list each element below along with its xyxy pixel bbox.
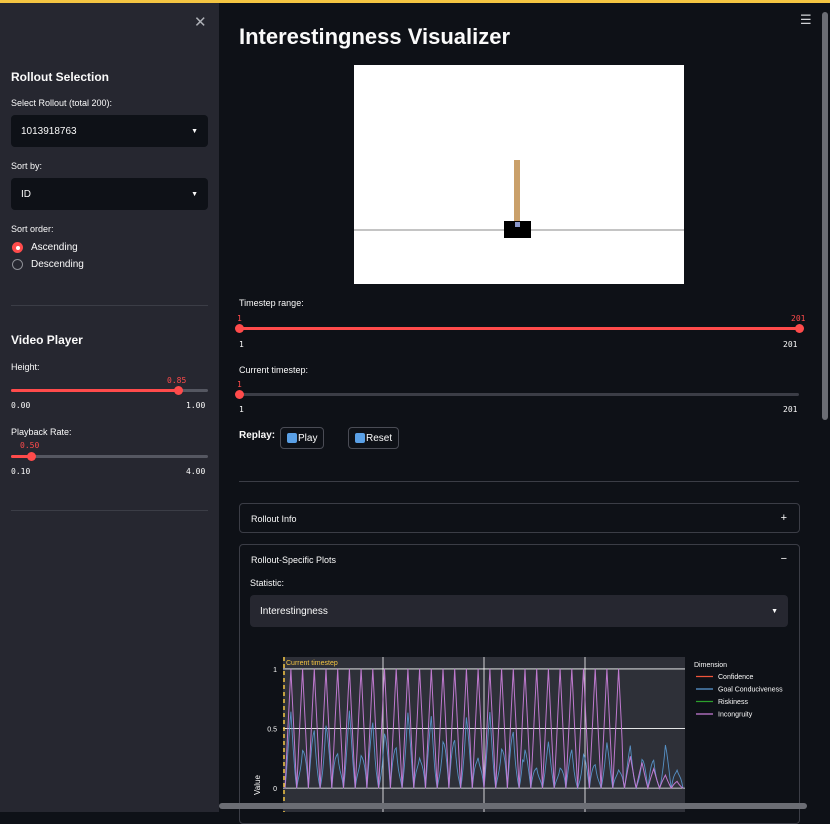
- minus-icon[interactable]: −: [781, 553, 787, 565]
- timestep-range-track[interactable]: [239, 327, 799, 330]
- current-timestep-min: 1: [239, 405, 244, 414]
- timestep-range-label: Timestep range:: [239, 298, 304, 308]
- interestingness-chart-svg: 1 0.5 0 Value Current timestep Dimension Confi…: [253, 657, 783, 812]
- legend-item: Confidence: [718, 674, 754, 681]
- close-icon[interactable]: ✕: [194, 13, 207, 31]
- interestingness-chart: 1 0.5 0 Value Current timestep Dimension Confi…: [250, 640, 800, 812]
- plus-icon[interactable]: +: [781, 512, 787, 524]
- current-timestep-track[interactable]: [239, 393, 799, 396]
- sort-order-label: Sort order:: [11, 224, 54, 234]
- height-slider-fill: [11, 389, 179, 392]
- legend-item: Incongruity: [718, 712, 753, 719]
- radio-selected-icon: [12, 242, 23, 253]
- cartpole-video: [354, 65, 684, 284]
- legend-item: Goal Conduciveness: [718, 687, 783, 694]
- sidebar: ✕ Rollout Selection Select Rollout (tota…: [0, 3, 219, 812]
- sidebar-divider: [11, 305, 208, 306]
- playback-max: 4.00: [186, 467, 206, 476]
- current-timestep-annotation: Current timestep: [286, 660, 338, 667]
- pole: [514, 160, 520, 226]
- axle: [515, 222, 520, 227]
- reset-button-label: Reset: [366, 432, 393, 444]
- radio-label: Ascending: [31, 242, 78, 253]
- rollout-select[interactable]: 1013918763 ▼: [11, 115, 208, 147]
- play-icon: [287, 433, 297, 443]
- sidebar-divider: [11, 510, 208, 511]
- page-title: Interestingness Visualizer: [239, 24, 511, 49]
- current-timestep-handle[interactable]: [235, 390, 244, 399]
- rollout-info-expander[interactable]: Rollout Info +: [239, 503, 800, 533]
- sort-order-descending[interactable]: Descending: [12, 259, 84, 270]
- chevron-down-icon: ▼: [191, 127, 198, 135]
- statistic-select-value: Interestingness: [260, 605, 328, 617]
- timestep-range-max: 201: [783, 340, 798, 349]
- sort-by-value: ID: [21, 188, 31, 200]
- height-slider-handle[interactable]: [173, 386, 183, 395]
- playback-min: 0.10: [11, 467, 31, 476]
- main-divider: [239, 481, 799, 482]
- reset-button[interactable]: Reset: [348, 427, 400, 449]
- height-label: Height:: [11, 362, 40, 372]
- timestep-range-low: 1: [237, 314, 242, 323]
- y-tick-label: 0.5: [267, 727, 277, 734]
- legend-title: Dimension: [694, 662, 727, 669]
- playback-slider-handle[interactable]: [26, 452, 36, 461]
- current-timestep-value: 1: [237, 380, 242, 389]
- sort-by-select[interactable]: ID ▼: [11, 178, 208, 210]
- video-player-heading: Video Player: [11, 333, 83, 347]
- chevron-down-icon: ▼: [771, 607, 778, 615]
- timestep-range-high: 201: [791, 314, 806, 323]
- y-tick-label: 1: [273, 667, 277, 674]
- playback-slider-track[interactable]: [11, 455, 208, 458]
- playback-rate-value: 0.50: [20, 441, 40, 450]
- statistic-select[interactable]: Interestingness ▼: [250, 595, 788, 627]
- vertical-scrollbar[interactable]: [822, 12, 828, 420]
- radio-unselected-icon: [12, 259, 23, 270]
- legend-item: Riskiness: [718, 699, 748, 706]
- height-min: 0.00: [11, 401, 31, 410]
- rollout-info-title: Rollout Info: [251, 514, 297, 524]
- y-tick-label: 0: [273, 786, 277, 793]
- play-button-label: Play: [298, 432, 318, 444]
- timestep-range-handle-high[interactable]: [795, 324, 804, 333]
- sort-by-label: Sort by:: [11, 161, 43, 171]
- timestep-range-min: 1: [239, 340, 244, 349]
- play-button[interactable]: Play: [280, 427, 325, 449]
- rollout-select-value: 1013918763: [21, 125, 77, 137]
- current-timestep-max: 201: [783, 405, 798, 414]
- rollout-selection-heading: Rollout Selection: [11, 70, 110, 84]
- rollout-plots-title: Rollout-Specific Plots: [251, 555, 337, 565]
- radio-label: Descending: [31, 259, 84, 270]
- select-rollout-label: Select Rollout (total 200):: [11, 98, 113, 108]
- replay-label: Replay:: [239, 430, 276, 441]
- statistic-label: Statistic:: [250, 578, 285, 588]
- height-value: 0.85: [167, 376, 187, 385]
- hamburger-icon[interactable]: ☰: [800, 12, 812, 28]
- chevron-down-icon: ▼: [191, 190, 198, 198]
- timestep-range-handle-low[interactable]: [235, 324, 244, 333]
- playback-rate-label: Playback Rate:: [11, 427, 72, 437]
- y-axis-label: Value: [253, 775, 262, 795]
- refresh-icon: [355, 433, 365, 443]
- cartpole-frame: [354, 160, 684, 238]
- current-timestep-label: Current timestep:: [239, 365, 309, 375]
- horizontal-scrollbar[interactable]: [219, 803, 807, 809]
- sort-order-ascending[interactable]: Ascending: [12, 242, 78, 253]
- height-max: 1.00: [186, 401, 206, 410]
